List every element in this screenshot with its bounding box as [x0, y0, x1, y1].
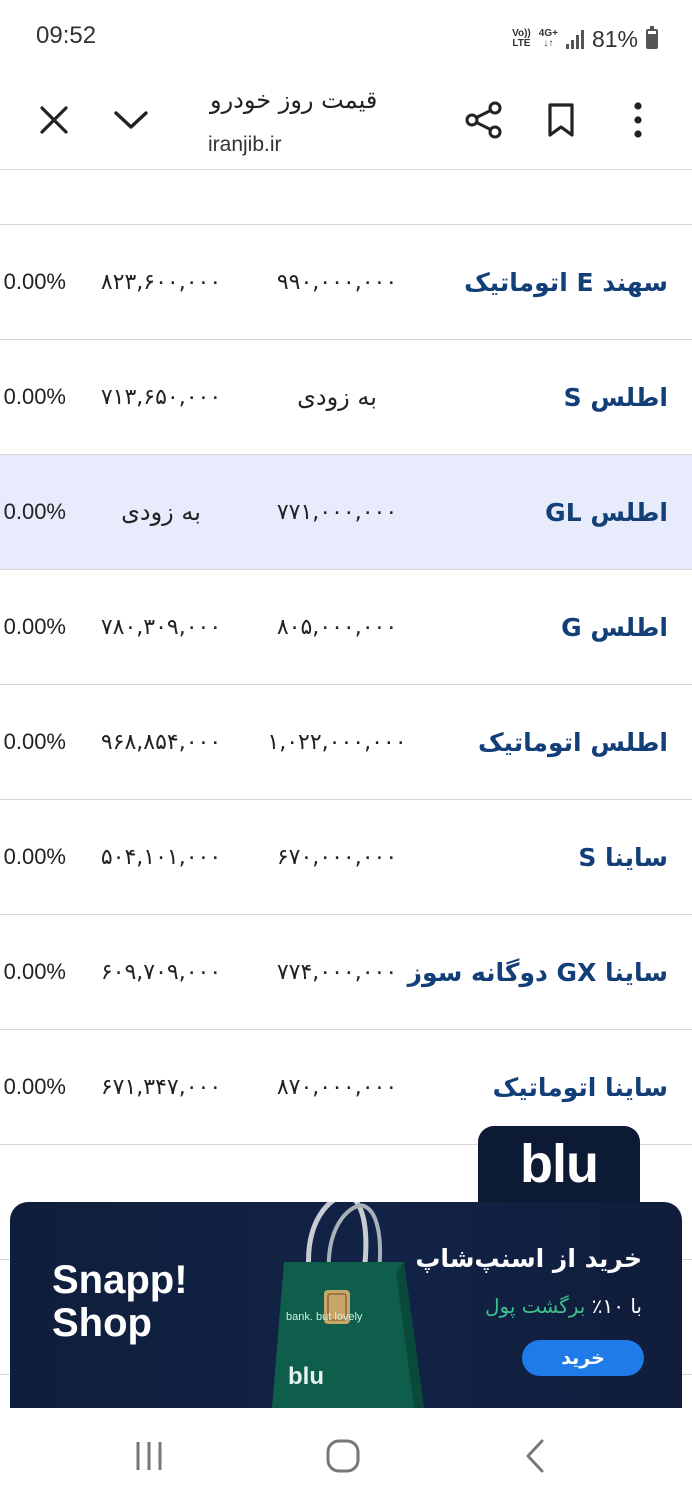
network-type-indicator: 4G+ ↓↑: [538, 28, 558, 49]
share-button[interactable]: [454, 90, 514, 150]
table-row: ساینا GX دوگانه سوز ۷۷۴,۰۰۰,۰۰۰ ۶۰۹,۷۰۹,…: [0, 915, 692, 1030]
snappshop-logo-line2: Shop: [52, 1301, 152, 1345]
table-row: سهند E اتوماتیک ۹۹۰,۰۰۰,۰۰۰ ۸۲۳,۶۰۰,۰۰۰ …: [0, 225, 692, 340]
battery-icon: [646, 26, 658, 49]
battery-percent: 81%: [591, 25, 638, 52]
ad-title: خرید از اسنپ‌شاپ: [415, 1244, 642, 1273]
car-name[interactable]: اطلس S: [564, 340, 668, 454]
table-row: اطلس S به زودی ۷۱۳,۶۵۰,۰۰۰ 0.00%: [0, 340, 692, 455]
table-row: ساینا S ۶۷۰,۰۰۰,۰۰۰ ۵۰۴,۱۰۱,۰۰۰ 0.00%: [0, 800, 692, 915]
price-change: 0.00%: [3, 499, 66, 524]
close-icon: [40, 106, 68, 134]
home-icon: [326, 1439, 360, 1473]
page-title: قیمت روز خودرو: [210, 86, 378, 114]
bag-logo: blu: [288, 1363, 324, 1390]
price-market: ۸۷۰,۰۰۰,۰۰۰: [276, 1074, 398, 1100]
data-arrows-icon: ↓↑: [543, 38, 554, 49]
ad-logo-tab[interactable]: blu: [478, 1126, 640, 1206]
price-factory: به زودی: [121, 498, 201, 526]
price-factory: ۹۶۸,۸۵۴,۰۰۰: [100, 729, 222, 755]
table-row-partial: [0, 170, 692, 225]
back-icon: [526, 1439, 544, 1473]
ad-banner[interactable]: Snapp! Shop blu bank. but lovely خرید از…: [10, 1202, 682, 1408]
price-change: 0.00%: [3, 269, 66, 294]
status-bar: 09:52 Vo)) LTE 4G+ ↓↑ 81%: [0, 0, 692, 78]
price-factory: ۶۰۹,۷۰۹,۰۰۰: [100, 959, 222, 985]
price-factory: ۸۲۳,۶۰۰,۰۰۰: [100, 269, 222, 295]
car-name[interactable]: سهند E اتوماتیک: [464, 225, 668, 339]
snappshop-logo-line1: Snapp!: [52, 1258, 188, 1302]
price-market: ۷۷۱,۰۰۰,۰۰۰: [276, 499, 398, 525]
car-name[interactable]: ساینا GX دوگانه سوز: [408, 915, 668, 1029]
table-row: اطلس اتوماتیک ۱,۰۲۲,۰۰۰,۰۰۰ ۹۶۸,۸۵۴,۰۰۰ …: [0, 685, 692, 800]
bag-tagline: bank. but lovely: [286, 1311, 363, 1323]
status-time: 09:52: [36, 22, 97, 49]
price-change: 0.00%: [3, 1074, 66, 1099]
system-nav-bar: [0, 1408, 692, 1500]
price-market: ۶۷۰,۰۰۰,۰۰۰: [276, 844, 398, 870]
share-icon: [465, 101, 502, 139]
chevron-down-icon: [114, 111, 148, 129]
price-change: 0.00%: [3, 959, 66, 984]
price-market: ۷۷۴,۰۰۰,۰۰۰: [276, 959, 398, 985]
car-name[interactable]: اطلس G: [561, 570, 668, 684]
recents-icon: [136, 1442, 162, 1470]
recents-button[interactable]: [124, 1434, 174, 1478]
price-change: 0.00%: [3, 614, 66, 639]
blu-logo: blu: [520, 1134, 599, 1194]
table-row: اطلس G ۸۰۵,۰۰۰,۰۰۰ ۷۸۰,۳۰۹,۰۰۰ 0.00%: [0, 570, 692, 685]
bookmark-button[interactable]: [531, 90, 591, 150]
price-factory: ۷۱۳,۶۵۰,۰۰۰: [100, 384, 222, 410]
volte-indicator: Vo)) LTE: [512, 28, 531, 49]
price-factory: ۶۷۱,۳۴۷,۰۰۰: [100, 1074, 222, 1100]
home-button[interactable]: [318, 1434, 368, 1478]
signal-icon: [565, 29, 584, 49]
price-change: 0.00%: [3, 844, 66, 869]
bookmark-icon: [548, 103, 574, 137]
custom-tab-toolbar: قیمت روز خودرو iranjib.ir: [0, 78, 692, 170]
page-url[interactable]: iranjib.ir: [208, 133, 282, 157]
status-indicators: Vo)) LTE 4G+ ↓↑ 81%: [512, 22, 658, 56]
more-options-button[interactable]: [608, 90, 668, 150]
price-market: ۹۹۰,۰۰۰,۰۰۰: [276, 269, 398, 295]
car-name[interactable]: ساینا S: [578, 800, 668, 914]
price-market: ۸۰۵,۰۰۰,۰۰۰: [276, 614, 398, 640]
price-market: ۱,۰۲۲,۰۰۰,۰۰۰: [267, 729, 407, 755]
price-factory: ۵۰۴,۱۰۱,۰۰۰: [100, 844, 222, 870]
car-name[interactable]: اطلس اتوماتیک: [478, 685, 668, 799]
minimize-button[interactable]: [101, 90, 161, 150]
car-name[interactable]: اطلس GL: [545, 455, 668, 569]
ad-subtitle: با ۱۰٪ برگشت پول: [484, 1294, 642, 1318]
close-button[interactable]: [24, 90, 84, 150]
table-row-highlighted: اطلس GL ۷۷۱,۰۰۰,۰۰۰ به زودی 0.00%: [0, 455, 692, 570]
price-factory: ۷۸۰,۳۰۹,۰۰۰: [100, 614, 222, 640]
price-change: 0.00%: [3, 729, 66, 754]
buy-button[interactable]: خرید: [522, 1340, 644, 1376]
more-vert-icon: [634, 102, 642, 138]
shopping-bag-image: blu bank. but lovely: [272, 1202, 424, 1408]
price-market: به زودی: [297, 383, 377, 411]
price-change: 0.00%: [3, 384, 66, 409]
back-button[interactable]: [510, 1434, 560, 1478]
